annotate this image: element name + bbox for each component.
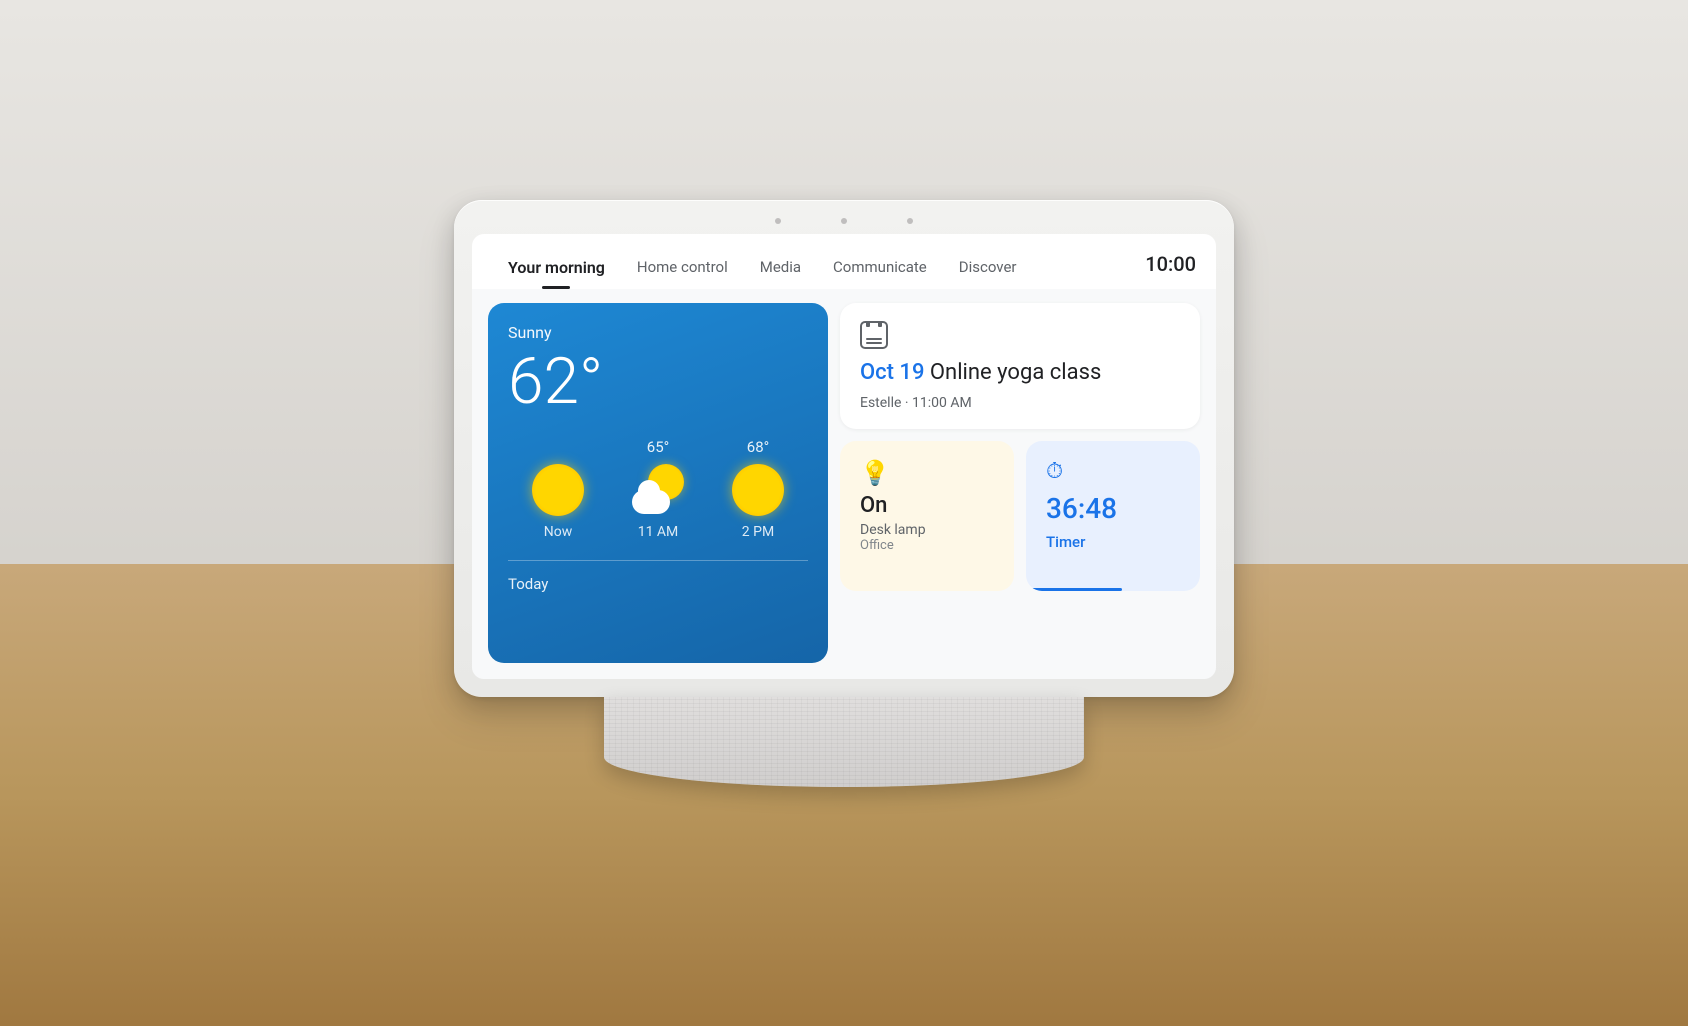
timer-display: 36:48 bbox=[1046, 492, 1180, 525]
forecast-2pm: 68° 2 PM bbox=[732, 438, 784, 540]
stopwatch-icon: ⏱ bbox=[1046, 459, 1180, 484]
forecast-temp-2pm: 68° bbox=[747, 438, 769, 456]
forecast-now: Now bbox=[532, 438, 584, 540]
lamp-location: Office bbox=[860, 538, 994, 553]
cal-line-1 bbox=[866, 338, 882, 340]
camera-sensor-center bbox=[841, 218, 847, 224]
weather-divider bbox=[508, 560, 808, 561]
speaker-base bbox=[604, 697, 1084, 787]
tab-discover[interactable]: Discover bbox=[943, 250, 1033, 288]
tab-media[interactable]: Media bbox=[744, 250, 817, 288]
weather-condition: Sunny bbox=[508, 323, 808, 342]
camera-sensor-left bbox=[775, 218, 781, 224]
forecast-temp-now bbox=[556, 438, 560, 456]
lamp-name: Desk lamp bbox=[860, 522, 994, 538]
lamp-card[interactable]: 💡 On Desk lamp Office bbox=[840, 441, 1014, 591]
tab-your-morning[interactable]: Your morning bbox=[492, 250, 621, 289]
sun-cloud-icon bbox=[632, 464, 684, 516]
forecast-11am: 65° 11 AM bbox=[632, 438, 684, 540]
sun-icon-2pm bbox=[732, 464, 784, 516]
timer-progress-bar bbox=[1026, 588, 1122, 591]
tab-communicate[interactable]: Communicate bbox=[817, 250, 943, 288]
sun-icon-now bbox=[532, 464, 584, 516]
cal-line-2 bbox=[866, 342, 882, 344]
event-title: Oct 19 Online yoga class bbox=[860, 359, 1180, 388]
event-meta: Estelle · 11:00 AM bbox=[860, 395, 1180, 411]
calendar-icon-row bbox=[860, 321, 1180, 349]
calendar-card[interactable]: Oct 19 Online yoga class Estelle · 11:00… bbox=[840, 303, 1200, 430]
event-name: Online yoga class bbox=[930, 360, 1101, 385]
google-home-hub: Your morning Home control Media Communic… bbox=[454, 200, 1234, 697]
lamp-status: On bbox=[860, 493, 994, 518]
weather-forecast: Now 65° 11 AM 68 bbox=[508, 438, 808, 540]
weather-day: Today bbox=[508, 575, 808, 593]
forecast-label-2pm: 2 PM bbox=[742, 524, 774, 540]
event-date: Oct 19 bbox=[860, 360, 924, 385]
forecast-label-11am: 11 AM bbox=[638, 524, 679, 540]
cloud-part bbox=[632, 490, 670, 514]
camera-sensor-right bbox=[907, 218, 913, 224]
tab-home-control[interactable]: Home control bbox=[621, 250, 744, 288]
timer-card[interactable]: ⏱ 36:48 Timer bbox=[1026, 441, 1200, 591]
nav-bar: Your morning Home control Media Communic… bbox=[472, 234, 1216, 289]
weather-temperature: 62° bbox=[508, 350, 808, 414]
forecast-temp-11am: 65° bbox=[647, 438, 669, 456]
device-screen: Your morning Home control Media Communic… bbox=[472, 234, 1216, 679]
content-area: Sunny 62° Now 65° bbox=[472, 289, 1216, 679]
timer-label: Timer bbox=[1046, 533, 1180, 551]
forecast-label-now: Now bbox=[544, 524, 573, 540]
calendar-lines bbox=[866, 338, 882, 344]
current-time: 10:00 bbox=[1145, 252, 1196, 286]
bottom-cards: 💡 On Desk lamp Office ⏱ 36:48 Timer bbox=[840, 441, 1200, 591]
camera-row bbox=[472, 218, 1216, 224]
weather-card[interactable]: Sunny 62° Now 65° bbox=[488, 303, 828, 663]
calendar-icon bbox=[860, 321, 888, 349]
lightbulb-icon: 💡 bbox=[860, 459, 994, 487]
right-panel: Oct 19 Online yoga class Estelle · 11:00… bbox=[840, 303, 1200, 663]
